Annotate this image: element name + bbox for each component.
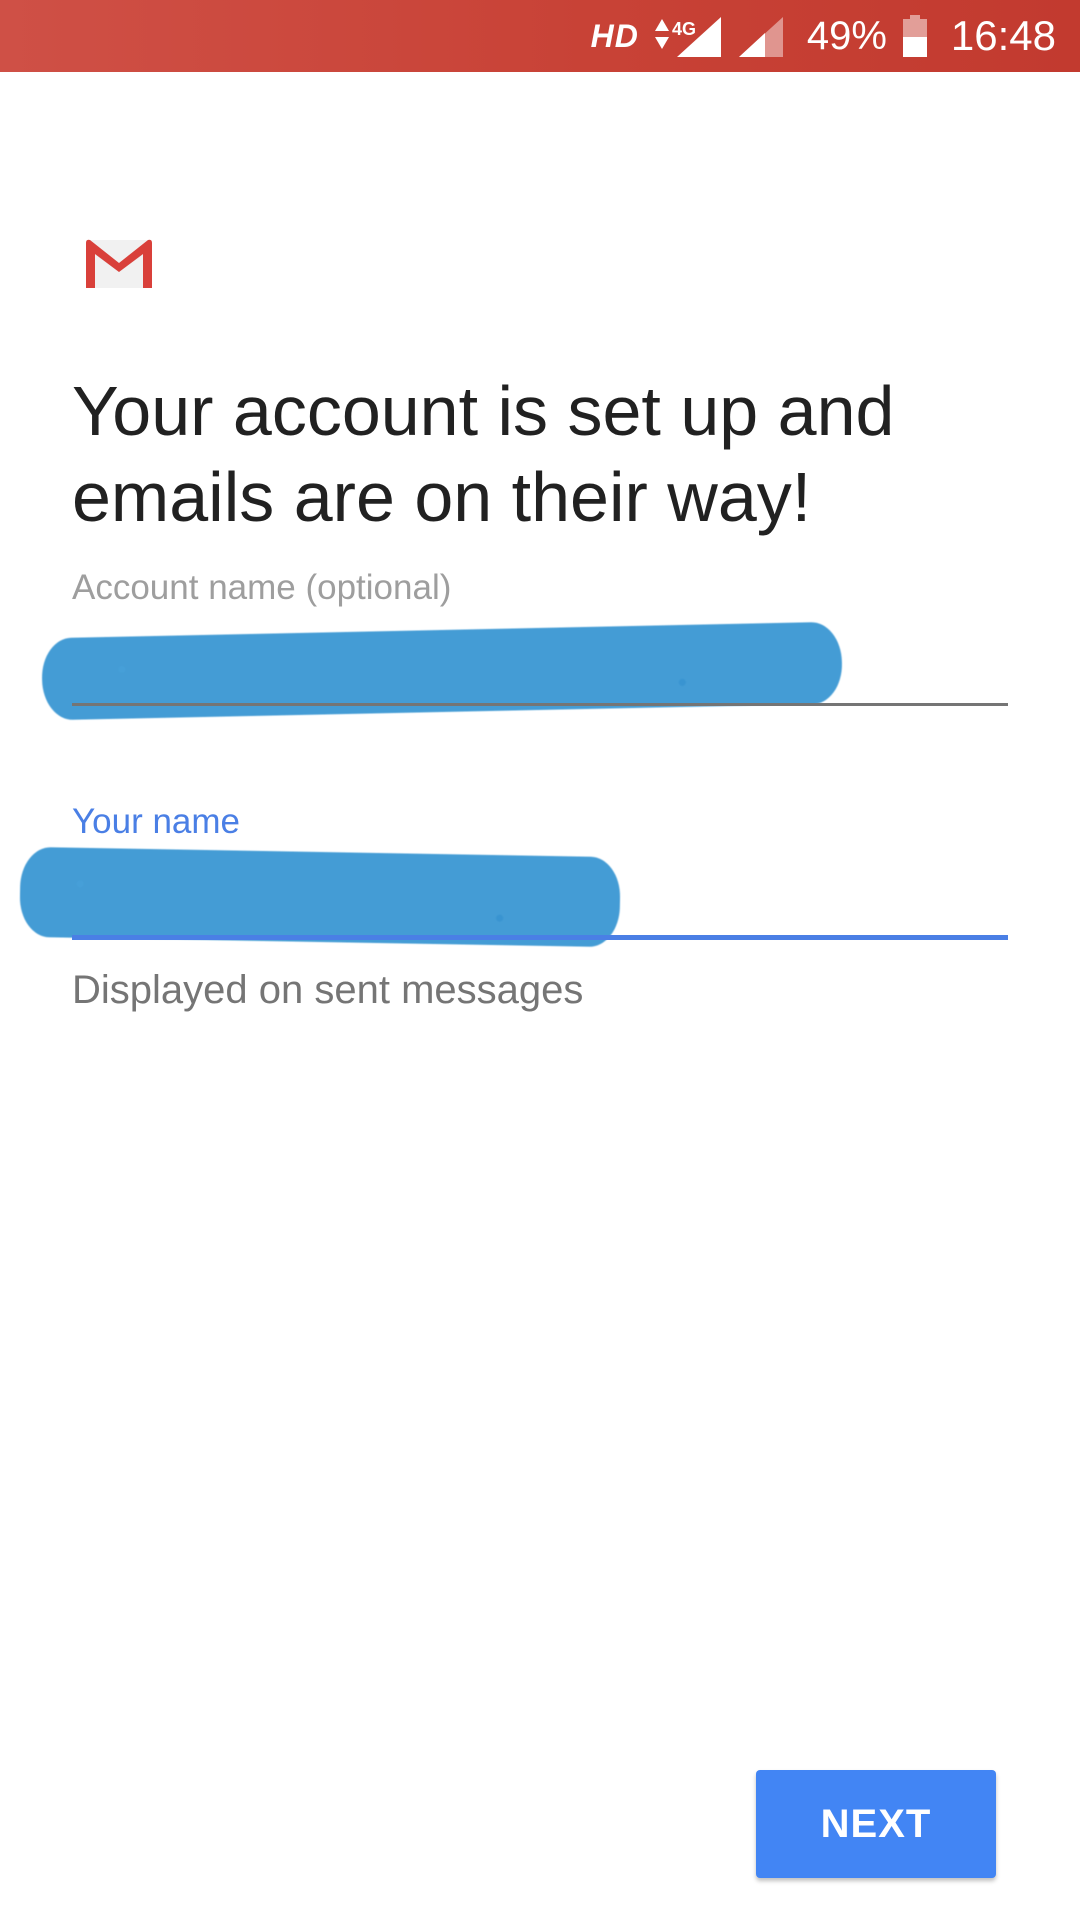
your-name-underline — [72, 935, 1008, 940]
your-name-field[interactable] — [19, 846, 1008, 948]
page-title: Your account is set up and emails are on… — [72, 372, 895, 536]
network-type-label: 4G — [672, 19, 696, 39]
account-name-underline — [72, 703, 1008, 706]
status-icons: HD 4G 49% 16:48 — [591, 0, 1056, 72]
battery-icon — [901, 13, 929, 59]
redaction-scribble — [19, 846, 621, 948]
account-name-label: Account name (optional) — [72, 568, 452, 607]
status-bar: HD 4G 49% 16:48 — [0, 0, 1080, 72]
battery-percent: 49% — [806, 13, 887, 58]
next-button[interactable]: NEXT — [756, 1770, 996, 1878]
your-name-label: Your name — [72, 802, 240, 841]
clock: 16:48 — [950, 12, 1056, 59]
your-name-helper-text: Displayed on sent messages — [72, 968, 584, 1012]
hd-indicator: HD — [590, 17, 639, 54]
gmail-logo-icon — [84, 236, 154, 290]
account-name-field[interactable] — [41, 620, 1008, 721]
mobile-data-signal-icon: 4G — [653, 13, 723, 59]
signal-strength-icon — [737, 13, 785, 59]
